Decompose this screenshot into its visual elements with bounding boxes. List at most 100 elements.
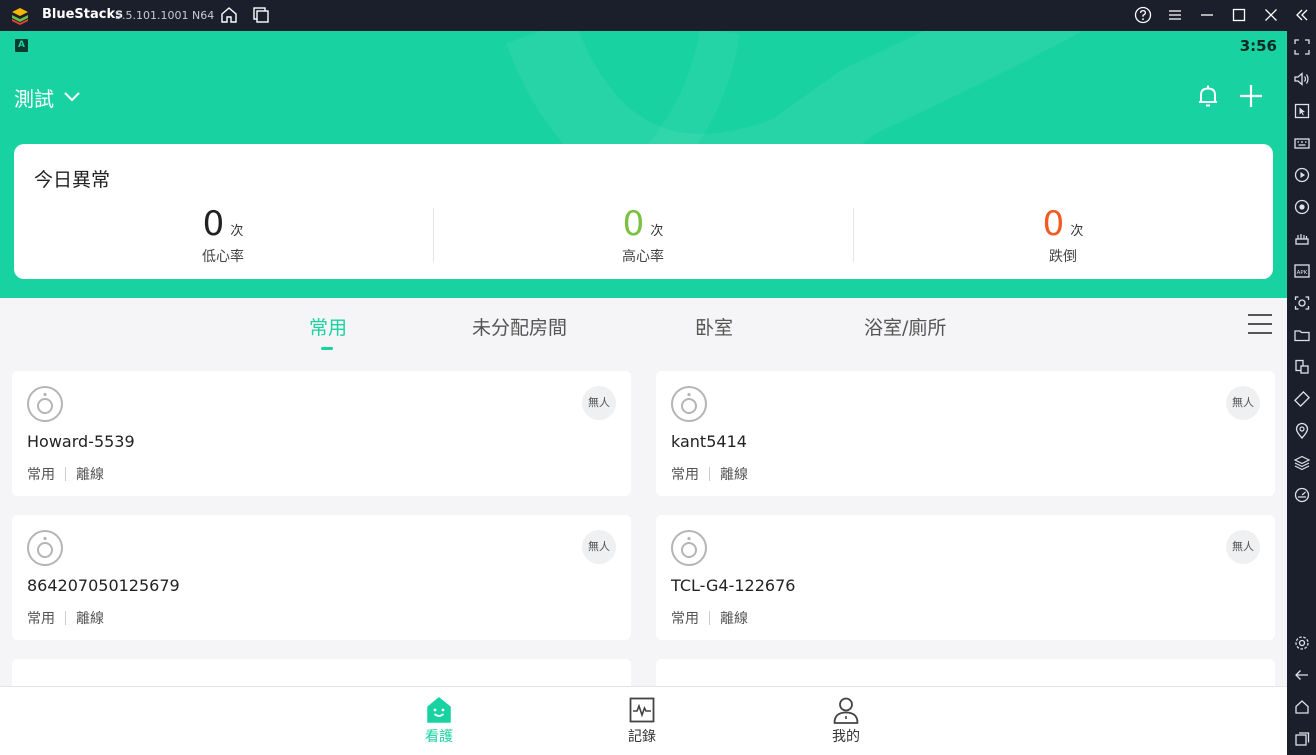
device-meta: 常用 離線 (671, 608, 748, 628)
device-room: 常用 (671, 611, 699, 627)
device-status: 離線 (76, 467, 104, 483)
app-name: BlueStacks (42, 7, 123, 22)
tab-unassigned-room[interactable]: 未分配房間 (472, 313, 567, 340)
stat-label: 跌倒 (1049, 249, 1077, 265)
close-icon[interactable] (1261, 5, 1281, 25)
stat-fall: 0次 跌倒 (863, 204, 1263, 266)
device-status: 離線 (720, 611, 748, 627)
recent-apps-icon[interactable] (1293, 730, 1311, 748)
status-clock: 3:56 (1239, 37, 1277, 55)
person-icon (833, 697, 859, 724)
bottom-navigation: 看護 記錄 我的 (0, 686, 1287, 755)
rotate-icon[interactable] (1293, 390, 1311, 408)
device-status: 離線 (720, 467, 748, 483)
back-icon[interactable] (1293, 666, 1311, 684)
add-icon[interactable] (1236, 81, 1266, 111)
fullscreen-icon[interactable] (1293, 38, 1311, 56)
nav-label: 我的 (832, 729, 860, 745)
header-banner: A 3:56 測試 今日異常 0次 低心率 0次 高心率 0 次 跌倒 (0, 31, 1287, 298)
device-status: 離線 (76, 611, 104, 627)
device-card[interactable]: 無人 864207050125679 常用 離線 (12, 515, 631, 640)
tab-bathroom[interactable]: 浴室/廁所 (864, 313, 946, 340)
collapse-sidebar-icon[interactable] (1292, 5, 1312, 25)
bluestacks-logo-icon (10, 6, 30, 26)
layers-icon[interactable] (1293, 454, 1311, 472)
meta-divider (65, 467, 66, 481)
performance-icon[interactable] (1293, 230, 1311, 248)
eco-mode-icon[interactable] (1293, 486, 1311, 504)
macro-icon[interactable] (1293, 166, 1311, 184)
device-sensor-icon (671, 386, 707, 422)
home-icon[interactable] (219, 5, 239, 25)
meta-divider (709, 611, 710, 625)
device-card[interactable]: 無人 TCL-G4-122676 常用 離線 (656, 515, 1275, 640)
nav-records[interactable]: 記錄 (612, 695, 672, 746)
nav-care[interactable]: 看護 (409, 695, 469, 746)
multi-window-icon[interactable] (1293, 358, 1311, 376)
device-name: kant5414 (671, 432, 747, 451)
device-meta: 常用 離線 (27, 608, 104, 628)
chevron-down-icon (64, 92, 80, 102)
tab-common[interactable]: 常用 (309, 313, 347, 340)
settings-icon[interactable] (1293, 634, 1311, 652)
location-icon[interactable] (1293, 422, 1311, 440)
maximize-icon[interactable] (1229, 5, 1249, 25)
help-icon[interactable] (1133, 5, 1153, 25)
device-sensor-icon (27, 530, 63, 566)
summary-title: 今日異常 (34, 169, 111, 191)
bell-icon[interactable] (1194, 82, 1222, 110)
tab-bedroom[interactable]: 卧室 (695, 313, 733, 340)
device-name: Howard-5539 (27, 432, 135, 451)
meta-divider (65, 611, 66, 625)
stat-unit: 次 (650, 224, 664, 239)
volume-icon[interactable] (1293, 70, 1311, 88)
device-name: TCL-G4-122676 (671, 576, 796, 595)
occupancy-badge: 無人 (582, 530, 616, 564)
hamburger-menu-icon[interactable] (1246, 312, 1274, 336)
multi-instance-icon[interactable] (251, 5, 271, 25)
meta-divider (709, 467, 710, 481)
stat-label: 高心率 (622, 249, 664, 265)
device-card[interactable]: 無人 kant5414 常用 離線 (656, 371, 1275, 496)
stat-value: 0 (1042, 204, 1065, 244)
nav-profile[interactable]: 我的 (816, 695, 876, 746)
device-meta: 常用 離線 (27, 464, 104, 484)
app-version: 5.5.101.1001 N64 (115, 9, 215, 22)
active-tab-indicator (321, 347, 333, 350)
device-card[interactable]: 無人 Howard-5539 常用 離線 (12, 371, 631, 496)
folder-icon[interactable] (1293, 326, 1311, 344)
menu-icon[interactable] (1165, 5, 1185, 25)
device-meta: 常用 離線 (671, 464, 748, 484)
occupancy-badge: 無人 (582, 386, 616, 420)
svg-text:APK: APK (1297, 270, 1308, 276)
divider (853, 208, 854, 262)
stat-unit: 次 (1070, 224, 1084, 239)
home-selector[interactable]: 測試 (14, 82, 82, 112)
stat-low-heart-rate: 0次 低心率 (23, 204, 423, 266)
minimize-icon[interactable] (1197, 5, 1217, 25)
nav-label: 記錄 (628, 729, 656, 745)
app-screen: A 3:56 測試 今日異常 0次 低心率 0次 高心率 0 次 跌倒 常用 未… (0, 31, 1287, 755)
bluestacks-sidebar: APK (1287, 31, 1316, 755)
record-icon[interactable] (1293, 198, 1311, 216)
device-room: 常用 (27, 467, 55, 483)
apk-install-icon[interactable]: APK (1293, 262, 1311, 280)
occupancy-badge: 無人 (1226, 386, 1260, 420)
stat-unit: 次 (230, 224, 244, 239)
stat-high-heart-rate: 0次 高心率 (443, 204, 843, 266)
stat-value: 0 (202, 204, 225, 244)
nav-label: 看護 (425, 729, 453, 745)
room-tabs: 常用 未分配房間 卧室 浴室/廁所 (0, 298, 1287, 358)
status-indicator: A (15, 39, 28, 52)
page-title: 測試 (14, 86, 54, 111)
android-home-icon[interactable] (1293, 698, 1311, 716)
device-room: 常用 (671, 467, 699, 483)
keyboard-icon[interactable] (1293, 134, 1311, 152)
device-sensor-icon (27, 386, 63, 422)
stat-value: 0 (622, 204, 645, 244)
cursor-icon[interactable] (1293, 102, 1311, 120)
chart-record-icon (629, 697, 655, 723)
stat-label: 低心率 (202, 249, 244, 265)
today-anomaly-card: 今日異常 0次 低心率 0次 高心率 0次 跌倒 (14, 144, 1273, 279)
screenshot-icon[interactable] (1293, 294, 1311, 312)
